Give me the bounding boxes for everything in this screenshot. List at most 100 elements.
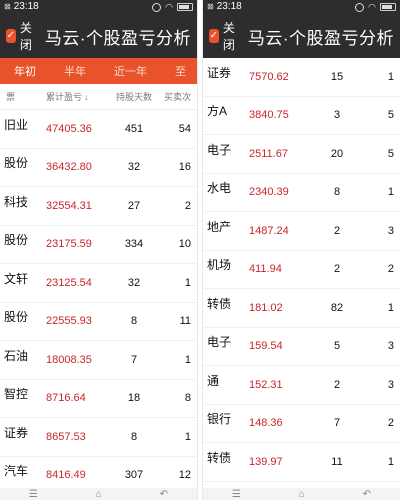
table-header: 票 累计盈亏 ↓ 持股天数 买卖次 <box>0 84 197 110</box>
home-icon[interactable]: ⌂ <box>96 489 102 500</box>
holding-days: 307 <box>124 469 144 482</box>
trade-count: 1 <box>387 70 394 83</box>
table-row[interactable]: 科技 32554.31 27 2 <box>0 187 197 226</box>
stock-name: 方A <box>207 104 228 119</box>
stock-code <box>4 172 46 180</box>
system-nav-bar: ☰ ⌂ ↶ <box>203 488 400 500</box>
profit-value: 8416.49 <box>46 469 86 482</box>
close-button[interactable]: 关闭 <box>223 19 240 53</box>
close-button[interactable]: 关闭 <box>20 19 37 53</box>
trade-count: 1 <box>387 455 394 468</box>
table-row[interactable]: 银行 148.36 7 2 <box>203 404 400 443</box>
back-icon[interactable]: ↶ <box>363 489 371 500</box>
trade-count: 54 <box>178 122 191 135</box>
trade-count: 2 <box>184 199 191 212</box>
stock-code <box>207 120 249 128</box>
profit-value: 47405.36 <box>46 122 92 135</box>
table-row[interactable]: 石油 18008.35 7 1 <box>0 341 197 380</box>
profit-value: 8657.53 <box>46 430 86 443</box>
table-row[interactable]: 股份 36432.80 32 16 <box>0 148 197 187</box>
tab-one-year[interactable]: 近一年 <box>100 63 161 79</box>
column-holding-days[interactable]: 持股天数 <box>108 90 160 103</box>
table-row[interactable]: 电子 159.54 5 3 <box>203 327 400 366</box>
profit-value: 411.94 <box>249 263 282 276</box>
stock-code <box>4 249 46 257</box>
holding-days: 334 <box>124 238 144 251</box>
system-nav-bar: ☰ ⌂ ↶ <box>0 488 197 500</box>
status-bar: ⊠ 23:18 ◠ <box>0 0 197 14</box>
holding-days: 8 <box>130 315 138 328</box>
holding-days: 2 <box>333 263 341 276</box>
holding-days: 8 <box>130 430 138 443</box>
page-title: 马云·个股盈亏分析 <box>44 28 191 48</box>
stock-name: 证券 <box>207 65 232 80</box>
stock-code <box>207 274 249 282</box>
battery-icon <box>380 3 396 11</box>
alarm-icon <box>355 2 365 12</box>
trade-count: 11 <box>179 315 191 328</box>
trade-count: 3 <box>387 224 394 237</box>
table-row[interactable]: 水电 2340.39 8 1 <box>203 173 400 212</box>
profit-value: 2340.39 <box>249 186 289 199</box>
stock-code <box>207 467 249 475</box>
tab-half-year[interactable]: 半年 <box>50 63 100 79</box>
status-time: 23:18 <box>216 1 242 12</box>
stock-code <box>207 197 249 205</box>
trade-count: 3 <box>387 378 394 391</box>
holding-days: 18 <box>127 392 141 405</box>
stock-code <box>207 313 249 321</box>
tab-year-start[interactable]: 年初 <box>0 63 50 79</box>
table-row[interactable]: 地产 1487.24 2 3 <box>203 212 400 251</box>
right-screenshot-panel: ⊠ 23:18 ◠ ✓ 关闭 马云·个股盈亏分析 证券 7570.62 15 1… <box>203 0 400 500</box>
stock-code <box>207 82 249 90</box>
table-row[interactable]: 方A 3840.75 3 5 <box>203 96 400 135</box>
stock-code <box>4 326 46 334</box>
stock-name: 转债 <box>207 296 232 311</box>
menu-icon[interactable]: ☰ <box>29 489 38 500</box>
table-row[interactable]: 电子 2511.67 20 5 <box>203 135 400 174</box>
table-row[interactable]: 文轩 23125.54 32 1 <box>0 264 197 303</box>
home-icon[interactable]: ⌂ <box>299 489 305 500</box>
table-row[interactable]: 股份 22555.93 8 11 <box>0 302 197 341</box>
profit-value: 139.97 <box>249 455 283 468</box>
table-row[interactable]: 证券 8657.53 8 1 <box>0 418 197 457</box>
holding-days: 11 <box>331 455 343 468</box>
alarm-icon <box>152 2 162 12</box>
profit-value: 1487.24 <box>249 224 289 237</box>
column-profit[interactable]: 累计盈亏 ↓ <box>46 90 108 103</box>
menu-icon[interactable]: ☰ <box>232 489 241 500</box>
table-row[interactable]: 通 152.31 2 3 <box>203 366 400 405</box>
trade-count: 2 <box>387 417 394 430</box>
stock-code <box>207 236 249 244</box>
holding-days: 82 <box>330 301 344 314</box>
profit-value: 7570.62 <box>249 70 289 83</box>
table-row[interactable]: 转债 139.97 11 1 <box>203 443 400 482</box>
profit-value: 23175.59 <box>46 238 92 251</box>
holding-days: 7 <box>130 353 138 366</box>
stock-name: 水电 <box>207 181 232 196</box>
profit-value: 152.31 <box>249 378 283 391</box>
holding-days: 27 <box>127 199 141 212</box>
table-row[interactable]: 智控 8716.64 18 8 <box>0 379 197 418</box>
table-row[interactable]: 转债 181.02 82 1 <box>203 289 400 328</box>
holding-days: 15 <box>330 70 344 83</box>
profit-value: 181.02 <box>249 301 283 314</box>
holding-days: 8 <box>333 186 341 199</box>
tab-to-date[interactable]: 至 <box>161 63 197 79</box>
table-row[interactable]: 证券 7570.62 15 1 <box>203 58 400 97</box>
table-row[interactable]: 股份 23175.59 334 10 <box>0 225 197 264</box>
holding-days: 7 <box>333 417 341 430</box>
holding-days: 451 <box>124 122 144 135</box>
wifi-icon: ◠ <box>368 2 376 12</box>
trade-count: 5 <box>387 147 394 160</box>
stock-name: 股份 <box>4 310 29 325</box>
holding-days: 32 <box>127 276 141 289</box>
column-stock[interactable]: 票 <box>0 90 46 103</box>
trade-count: 1 <box>387 301 394 314</box>
column-trades[interactable]: 买卖次 <box>160 90 197 103</box>
table-row[interactable]: 旧业 47405.36 451 54 <box>0 110 197 149</box>
stock-code <box>4 365 46 373</box>
table-row[interactable]: 机场 411.94 2 2 <box>203 250 400 289</box>
back-icon[interactable]: ↶ <box>160 489 168 500</box>
stock-name: 旧业 <box>4 117 29 132</box>
